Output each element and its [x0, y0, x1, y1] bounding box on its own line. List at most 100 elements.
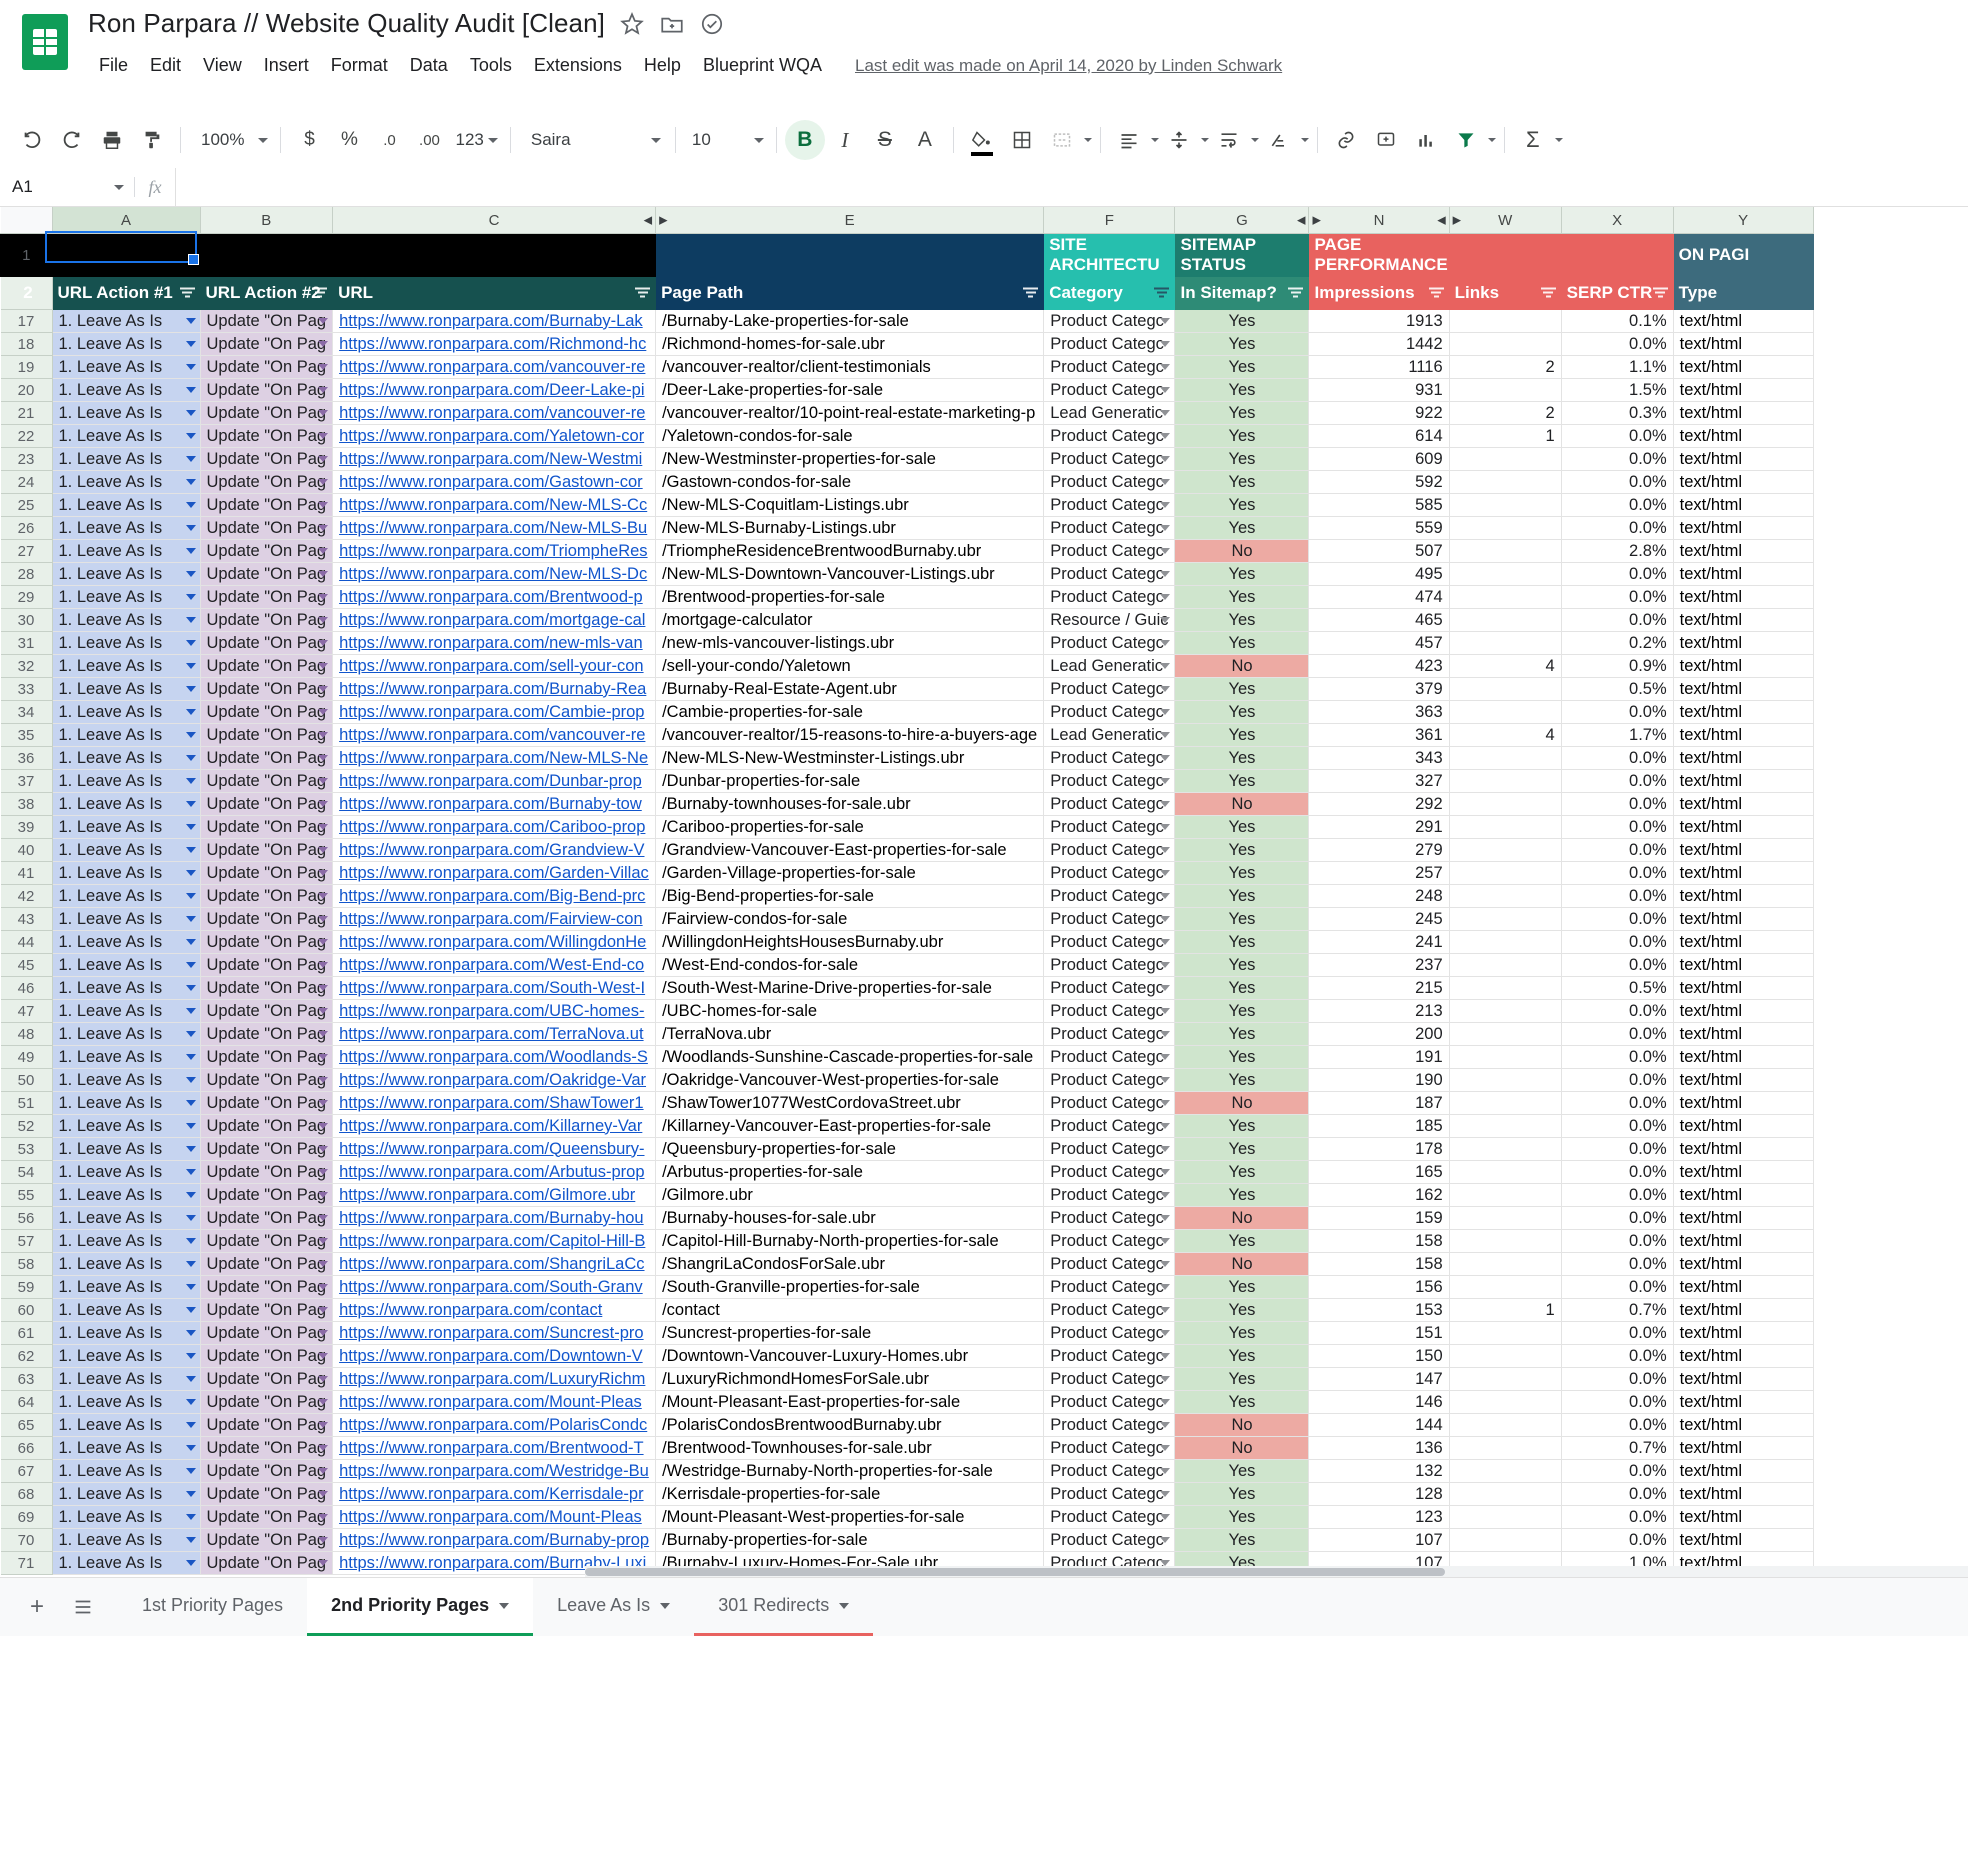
- cell-category[interactable]: Product Categc: [1043, 1183, 1176, 1207]
- chevron-down-icon[interactable]: [185, 939, 196, 945]
- row-header-26[interactable]: 26: [0, 516, 53, 540]
- cell-url-action-2[interactable]: Update "On Pag: [199, 677, 334, 701]
- chevron-down-icon[interactable]: [1160, 962, 1171, 968]
- cell-url-action-1[interactable]: 1. Leave As Is: [51, 746, 201, 770]
- cell-serp-ctr[interactable]: 0.0%: [1560, 838, 1674, 862]
- cell-url-action-1[interactable]: 1. Leave As Is: [51, 631, 201, 655]
- chevron-down-icon[interactable]: [1160, 801, 1171, 807]
- column-header-G[interactable]: G ◀: [1174, 207, 1310, 234]
- banner-page-performance-3[interactable]: [1560, 233, 1674, 277]
- table-row[interactable]: 53 1. Leave As Is Update "On Pag https://ww…: [0, 1137, 1814, 1161]
- cell-page-path[interactable]: /Deer-Lake-properties-for-sale: [655, 378, 1045, 402]
- cell-url-action-2[interactable]: Update "On Pag: [199, 700, 334, 724]
- cell-links[interactable]: [1448, 907, 1562, 931]
- cell-url-action-2[interactable]: Update "On Pag: [199, 769, 334, 793]
- url-link[interactable]: https://www.ronparpara.com/Mount-Pleas: [339, 1508, 642, 1526]
- cell-category[interactable]: Product Categc: [1043, 677, 1176, 701]
- chevron-down-icon[interactable]: [318, 364, 329, 370]
- table-row[interactable]: 65 1. Leave As Is Update "On Pag https://ww…: [0, 1413, 1814, 1437]
- cell-url-action-2[interactable]: Update "On Pag: [199, 1551, 334, 1575]
- chevron-down-icon[interactable]: [318, 1491, 329, 1497]
- cell-impressions[interactable]: 136: [1308, 1436, 1450, 1460]
- url-link[interactable]: https://www.ronparpara.com/Kerrisdale-pr: [339, 1485, 643, 1503]
- cell-url-action-1[interactable]: 1. Leave As Is: [51, 378, 201, 402]
- chevron-down-icon[interactable]: [1160, 410, 1171, 416]
- cell-category[interactable]: Product Categc: [1043, 884, 1176, 908]
- chevron-down-icon[interactable]: [318, 1376, 329, 1382]
- header-type[interactable]: Type: [1672, 276, 1814, 310]
- cell-url-action-2[interactable]: Update "On Pag: [199, 1344, 334, 1368]
- cell-url[interactable]: https://www.ronparpara.com/Fairview-con: [332, 907, 657, 931]
- cell-links[interactable]: [1448, 861, 1562, 885]
- chevron-down-icon[interactable]: [185, 755, 196, 761]
- cell-serp-ctr[interactable]: 0.5%: [1560, 677, 1674, 701]
- chevron-down-icon[interactable]: [1160, 1468, 1171, 1474]
- cell-url-action-1[interactable]: 1. Leave As Is: [51, 884, 201, 908]
- chevron-down-icon[interactable]: [1160, 1146, 1171, 1152]
- cell-url-action-1[interactable]: 1. Leave As Is: [51, 677, 201, 701]
- url-link[interactable]: https://www.ronparpara.com/New-Westmi: [339, 450, 642, 468]
- table-row[interactable]: 60 1. Leave As Is Update "On Pag https://ww…: [0, 1298, 1814, 1322]
- cell-in-sitemap[interactable]: No: [1174, 1436, 1310, 1460]
- move-to-folder-icon[interactable]: [659, 11, 685, 37]
- cell-type[interactable]: text/html: [1672, 1275, 1814, 1299]
- url-link[interactable]: https://www.ronparpara.com/Killarney-Var: [339, 1117, 642, 1135]
- cell-links[interactable]: 4: [1448, 723, 1562, 747]
- cell-in-sitemap[interactable]: Yes: [1174, 1321, 1310, 1345]
- cell-category[interactable]: Product Categc: [1043, 838, 1176, 862]
- row-header-52[interactable]: 52: [0, 1114, 53, 1138]
- cell-in-sitemap[interactable]: Yes: [1174, 309, 1310, 333]
- cell-impressions[interactable]: 185: [1308, 1114, 1450, 1138]
- cell-in-sitemap[interactable]: Yes: [1174, 401, 1310, 425]
- cell-url-action-2[interactable]: Update "On Pag: [199, 792, 334, 816]
- table-row[interactable]: 36 1. Leave As Is Update "On Pag https://ww…: [0, 746, 1814, 770]
- chevron-down-icon[interactable]: [499, 1602, 510, 1609]
- cell-links[interactable]: [1448, 1229, 1562, 1253]
- cell-serp-ctr[interactable]: 0.7%: [1560, 1436, 1674, 1460]
- cell-type[interactable]: text/html: [1672, 723, 1814, 747]
- cell-url-action-1[interactable]: 1. Leave As Is: [51, 700, 201, 724]
- cell-url-action-1[interactable]: 1. Leave As Is: [51, 539, 201, 563]
- cell-links[interactable]: [1448, 1344, 1562, 1368]
- cell-impressions[interactable]: 592: [1308, 470, 1450, 494]
- cell-type[interactable]: text/html: [1672, 447, 1814, 471]
- chevron-down-icon[interactable]: [1160, 1307, 1171, 1313]
- cell-url[interactable]: https://www.ronparpara.com/contact: [332, 1298, 657, 1322]
- cell-page-path[interactable]: /Cambie-properties-for-sale: [655, 700, 1045, 724]
- cell-impressions[interactable]: 609: [1308, 447, 1450, 471]
- cell-impressions[interactable]: 151: [1308, 1321, 1450, 1345]
- cell-url-action-2[interactable]: Update "On Pag: [199, 1137, 334, 1161]
- chevron-down-icon[interactable]: [318, 801, 329, 807]
- cell-impressions[interactable]: 248: [1308, 884, 1450, 908]
- banner-page-performance[interactable]: PAGE PERFORMANCE: [1308, 233, 1450, 277]
- cell-in-sitemap[interactable]: Yes: [1174, 1459, 1310, 1483]
- chevron-down-icon[interactable]: [185, 709, 196, 715]
- filter-icon[interactable]: [1288, 287, 1304, 299]
- row-header-25[interactable]: 25: [0, 493, 53, 517]
- cell-url[interactable]: https://www.ronparpara.com/Burnaby-hou: [332, 1206, 657, 1230]
- row-header-33[interactable]: 33: [0, 677, 53, 701]
- cell-url-action-2[interactable]: Update "On Pag: [199, 470, 334, 494]
- text-wrap-icon[interactable]: [1209, 120, 1249, 160]
- row-header-17[interactable]: 17: [0, 309, 53, 333]
- table-row[interactable]: 63 1. Leave As Is Update "On Pag https://ww…: [0, 1367, 1814, 1391]
- cell-serp-ctr[interactable]: 0.0%: [1560, 493, 1674, 517]
- cell-url-action-1[interactable]: 1. Leave As Is: [51, 1367, 201, 1391]
- sheet-tab-leave-as-is[interactable]: Leave As Is: [533, 1578, 694, 1636]
- cell-type[interactable]: text/html: [1672, 861, 1814, 885]
- cell-url-action-1[interactable]: 1. Leave As Is: [51, 424, 201, 448]
- row-header-54[interactable]: 54: [0, 1160, 53, 1184]
- cell-category[interactable]: Product Categc: [1043, 907, 1176, 931]
- cell-type[interactable]: text/html: [1672, 1528, 1814, 1552]
- cell-url-action-1[interactable]: 1. Leave As Is: [51, 953, 201, 977]
- cell-category[interactable]: Product Categc: [1043, 378, 1176, 402]
- cell-type[interactable]: text/html: [1672, 1367, 1814, 1391]
- chevron-down-icon[interactable]: [318, 824, 329, 830]
- cell-page-path[interactable]: /ShangriLaCondosForSale.ubr: [655, 1252, 1045, 1276]
- chevron-down-icon[interactable]: [318, 1123, 329, 1129]
- cell-url[interactable]: https://www.ronparpara.com/Brentwood-T: [332, 1436, 657, 1460]
- cell-in-sitemap[interactable]: Yes: [1174, 723, 1310, 747]
- row-header-40[interactable]: 40: [0, 838, 53, 862]
- cell-url-action-2[interactable]: Update "On Pag: [199, 1321, 334, 1345]
- cell-links[interactable]: [1448, 493, 1562, 517]
